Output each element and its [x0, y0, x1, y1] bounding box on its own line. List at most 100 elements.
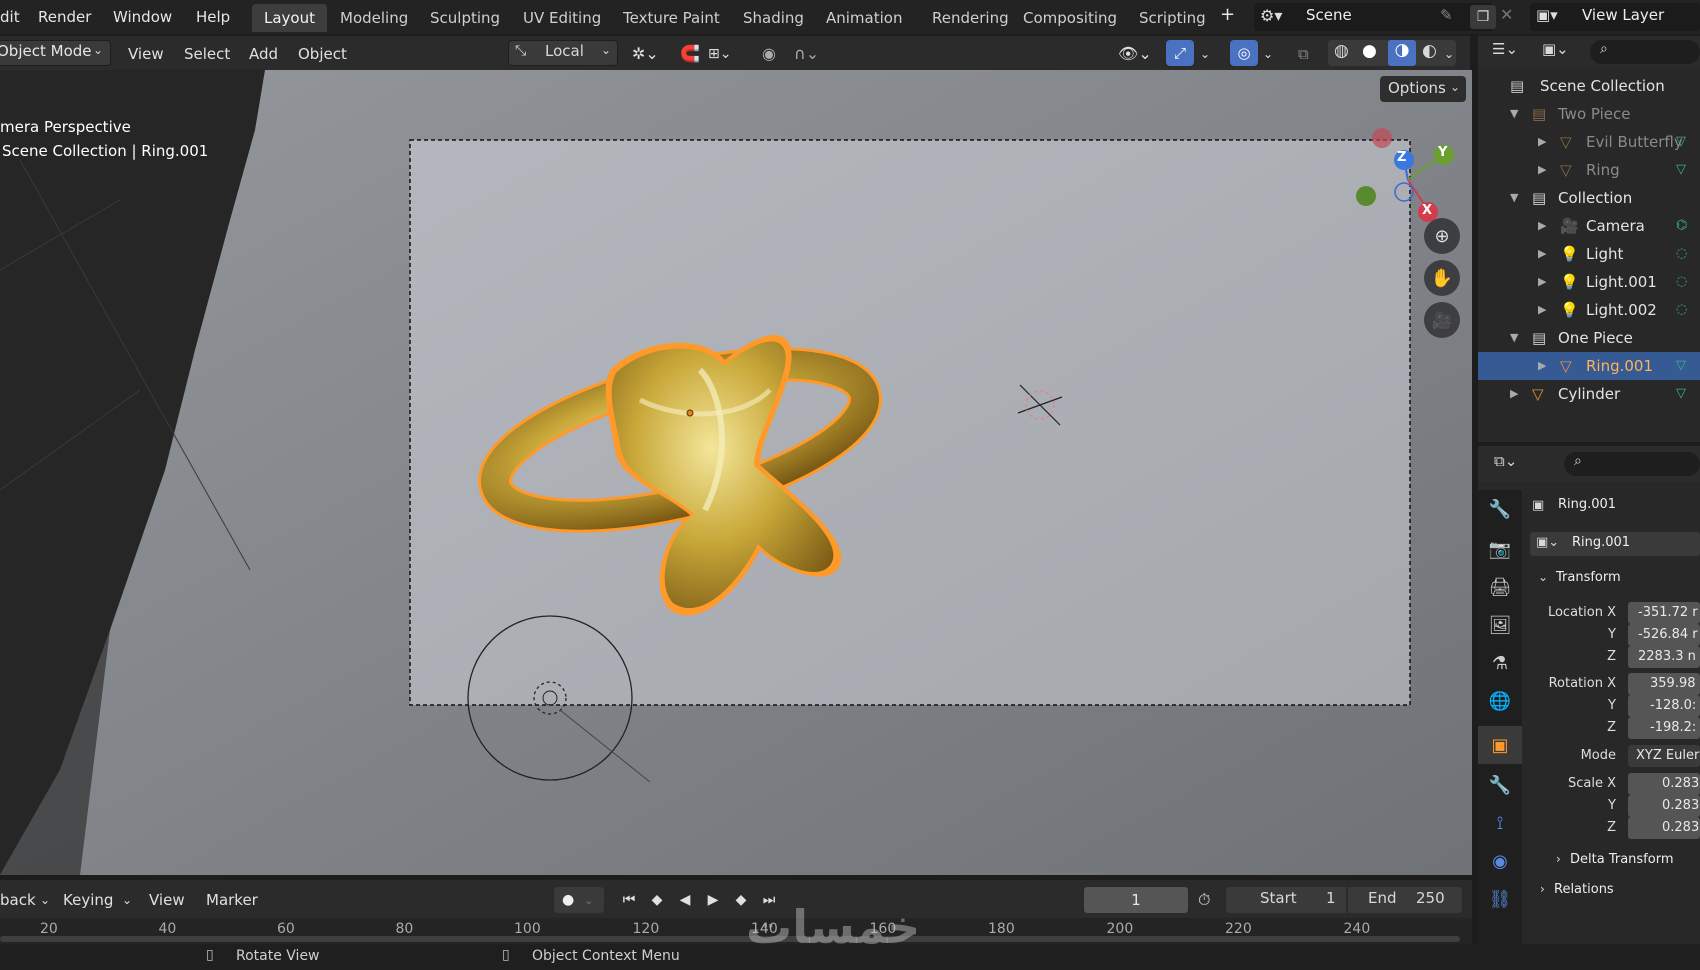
marker-menu[interactable]: Marker: [206, 888, 258, 912]
expand-down-icon[interactable]: ▼: [1510, 100, 1518, 128]
delta-transform-panel[interactable]: Delta Transform: [1570, 852, 1673, 867]
camera-view-icon[interactable]: 🎥: [1424, 302, 1460, 338]
tab-scripting[interactable]: Scripting: [1127, 4, 1218, 32]
chevron-down-icon[interactable]: ⌄: [1538, 570, 1548, 584]
playback-menu[interactable]: back: [0, 888, 36, 912]
transform-orientation-dropdown[interactable]: ⤡ Local ⌄: [508, 40, 618, 66]
light-data-icon[interactable]: ◌: [1676, 268, 1687, 296]
keying-menu[interactable]: Keying: [63, 888, 113, 912]
outliner-row[interactable]: ▶ 💡 Light.001 ◌: [1478, 268, 1700, 296]
prev-keyframe-icon[interactable]: ◆: [644, 887, 670, 913]
expand-right-icon[interactable]: ▶: [1538, 128, 1546, 156]
timeline-scrollbar[interactable]: [0, 936, 1460, 942]
chevron-down-icon[interactable]: ⌄: [1263, 42, 1273, 66]
tab-shading[interactable]: Shading: [731, 4, 816, 32]
outliner-row[interactable]: ▼ ▤ Collection: [1478, 184, 1700, 212]
end-frame-field[interactable]: End 250: [1348, 887, 1462, 913]
tab-animation[interactable]: Animation: [814, 4, 914, 32]
wireframe-icon[interactable]: ◍: [1334, 41, 1349, 61]
view-layer-tab-icon[interactable]: 🖼: [1478, 606, 1522, 644]
outliner-row[interactable]: ▶ ▽ Cylinder ▽: [1478, 380, 1700, 408]
view-menu[interactable]: View: [149, 888, 185, 912]
tab-sculpting[interactable]: Sculpting: [418, 4, 512, 32]
tab-compositing[interactable]: Compositing: [1011, 4, 1129, 32]
light-data-icon[interactable]: ◌: [1676, 240, 1687, 268]
physics-tab-icon[interactable]: ◉: [1478, 842, 1522, 880]
mesh-data-icon[interactable]: ▽: [1676, 380, 1686, 408]
editor-type-icon[interactable]: ☰⌄: [1492, 40, 1518, 58]
scene-selector[interactable]: ⚙▾ Scene ✎: [1254, 3, 1494, 31]
pin-icon[interactable]: ✎: [1440, 6, 1453, 24]
editor-type-icon[interactable]: ⧉⌄: [1494, 452, 1517, 470]
pivot-icon[interactable]: ✲⌄: [632, 42, 659, 66]
3d-viewport[interactable]: Z Y X mera Perspective Scene Collection …: [0, 70, 1472, 875]
expand-right-icon[interactable]: ▶: [1538, 156, 1546, 184]
expand-right-icon[interactable]: ▶: [1538, 296, 1546, 324]
scene-tab-icon[interactable]: ⚗: [1478, 644, 1522, 682]
menu-edit[interactable]: dit: [0, 6, 20, 28]
outliner-row[interactable]: ▶ 💡 Light.002 ◌: [1478, 296, 1700, 324]
visibility-icon[interactable]: 👁⌄: [1118, 42, 1152, 66]
view-layer-selector[interactable]: ▣▾ View Layer: [1530, 3, 1700, 31]
add-workspace-icon[interactable]: +: [1220, 4, 1235, 26]
world-tab-icon[interactable]: 🌐: [1478, 682, 1522, 720]
menu-select[interactable]: Select: [184, 42, 230, 66]
mode-dropdown[interactable]: Object Mode ⌄: [0, 40, 111, 66]
current-frame-field[interactable]: 1: [1084, 887, 1188, 913]
scale-x-field[interactable]: 0.283: [1628, 773, 1700, 795]
rotation-y-field[interactable]: -128.0:: [1628, 695, 1700, 717]
location-x-field[interactable]: -351.72 r: [1628, 602, 1700, 624]
expand-right-icon[interactable]: ▶: [1538, 352, 1546, 380]
menu-help[interactable]: Help: [196, 6, 230, 28]
play-icon[interactable]: ▶: [700, 887, 726, 913]
expand-right-icon[interactable]: ▶: [1538, 212, 1546, 240]
outliner-row[interactable]: ▶ ▽ Ring ▽: [1478, 156, 1700, 184]
expand-right-icon[interactable]: ▶: [1510, 380, 1518, 408]
render-tab-icon[interactable]: 📷: [1478, 530, 1522, 568]
mesh-data-icon[interactable]: ▽: [1676, 352, 1686, 380]
rotation-z-field[interactable]: -198.2:: [1628, 717, 1700, 739]
outliner-row[interactable]: ▶ ▽ Evil Butterfly ▽: [1478, 128, 1700, 156]
material-preview-icon[interactable]: ◑: [1388, 40, 1416, 66]
expand-right-icon[interactable]: ▶: [1538, 268, 1546, 296]
output-tab-icon[interactable]: 🖨: [1478, 568, 1522, 606]
xray-icon[interactable]: ⧉: [1298, 42, 1309, 66]
expand-right-icon[interactable]: ▶: [1538, 240, 1546, 268]
chevron-right-icon[interactable]: ›: [1540, 882, 1545, 896]
particles-tab-icon[interactable]: ⟟: [1478, 804, 1522, 842]
chevron-right-icon[interactable]: ›: [1556, 852, 1561, 866]
rotation-mode-dropdown[interactable]: XYZ Euler: [1628, 745, 1700, 767]
snap-icon[interactable]: 🧲: [680, 42, 700, 66]
pan-hand-icon[interactable]: ✋: [1424, 260, 1460, 296]
tab-modeling[interactable]: Modeling: [328, 4, 420, 32]
jump-start-icon[interactable]: ⏮: [616, 887, 642, 913]
gizmo-toggle-icon[interactable]: ⤢: [1166, 40, 1194, 66]
menu-window[interactable]: Window: [113, 6, 172, 28]
tab-rendering[interactable]: Rendering: [920, 4, 1021, 32]
options-dropdown[interactable]: Options ⌄: [1380, 76, 1466, 102]
tool-tab-icon[interactable]: 🔧: [1478, 490, 1522, 528]
modifier-tab-icon[interactable]: 🔧: [1478, 766, 1522, 804]
location-y-field[interactable]: -526.84 r: [1628, 624, 1700, 646]
expand-down-icon[interactable]: ▼: [1510, 184, 1518, 212]
solid-icon[interactable]: ●: [1362, 41, 1377, 61]
relations-panel[interactable]: Relations: [1554, 882, 1614, 897]
tab-texture-paint[interactable]: Texture Paint: [611, 4, 732, 32]
start-frame-field[interactable]: Start 1: [1226, 887, 1346, 913]
outliner-row[interactable]: ▼ ▤ One Piece: [1478, 324, 1700, 352]
rendered-icon[interactable]: ◐: [1422, 41, 1437, 61]
snap-target-icon[interactable]: ⊞⌄: [708, 42, 731, 66]
camera-data-icon[interactable]: ⌬: [1676, 212, 1687, 240]
light-data-icon[interactable]: ◌: [1676, 296, 1687, 324]
menu-add[interactable]: Add: [249, 42, 278, 66]
timer-icon[interactable]: ⏱: [1198, 888, 1210, 912]
object-data-field[interactable]: ▣⌄ Ring.001: [1530, 532, 1700, 556]
expand-down-icon[interactable]: ▼: [1510, 324, 1518, 352]
chevron-down-icon[interactable]: ⌄: [1444, 42, 1454, 66]
mesh-data-icon[interactable]: ▽: [1676, 128, 1686, 156]
location-z-field[interactable]: 2283.3 n: [1628, 646, 1700, 668]
menu-render[interactable]: Render: [38, 6, 91, 28]
outliner-search-input[interactable]: ⌕: [1590, 40, 1700, 64]
delete-scene-icon[interactable]: ✕: [1500, 5, 1513, 24]
scale-z-field[interactable]: 0.283: [1628, 817, 1700, 839]
